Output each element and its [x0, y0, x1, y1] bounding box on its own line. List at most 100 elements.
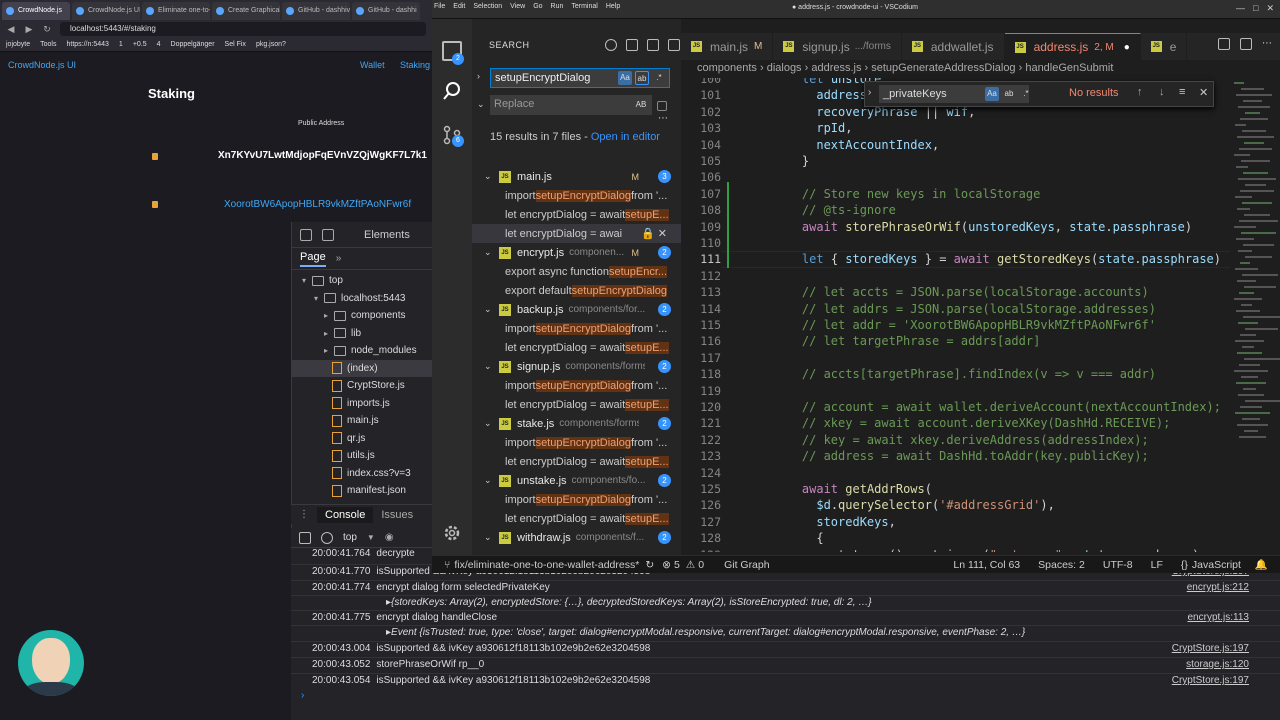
bookmark-item[interactable]: Tools [40, 41, 56, 48]
close-icon[interactable]: ✕ [1266, 3, 1274, 14]
tree-item[interactable]: ▾ top [292, 272, 433, 290]
tree-item[interactable]: ▸ components [292, 307, 433, 325]
git-branch[interactable]: fix/eliminate-one-to-one-wallet-address* [454, 559, 639, 571]
menu-item[interactable]: Terminal [571, 3, 597, 10]
log-object[interactable]: ▸Event {isTrusted: true, type: 'close', … [386, 627, 1025, 638]
nav-staking-link[interactable]: Staking [400, 60, 430, 70]
bookmark-item[interactable]: pkg.json? [256, 41, 286, 48]
forward-icon[interactable]: ▶ [24, 24, 34, 35]
bookmark-item[interactable]: Sel Fix [225, 41, 246, 48]
code-editor[interactable]: 100 let unstore101 address,102 recoveryP… [681, 78, 1280, 552]
code-line[interactable]: nextAccountIndex, [773, 138, 939, 152]
arrow-up-icon[interactable]: ↑ [1137, 86, 1143, 98]
back-icon[interactable]: ◀ [6, 24, 16, 35]
replace-input[interactable]: Replace [490, 95, 652, 115]
compare-icon[interactable] [1218, 38, 1230, 50]
address-row-2-link[interactable]: XoorotBW6ApopHBLR9vkMZftPAoNFwr6f [224, 199, 424, 210]
cursor-position[interactable]: Ln 111, Col 63 [953, 559, 1020, 571]
code-line[interactable]: let { storedKeys } = await getStoredKeys… [773, 252, 1221, 266]
code-line[interactable]: storedKeys, [773, 515, 895, 529]
regex-icon[interactable]: .* [652, 71, 666, 85]
menu-item[interactable]: View [510, 3, 525, 10]
arrow-down-icon[interactable]: ↓ [1159, 86, 1165, 98]
log-source-link[interactable]: encrypt.js:212 [1187, 582, 1249, 593]
reload-icon[interactable]: ↻ [42, 24, 52, 35]
whole-word-icon[interactable]: ab [635, 71, 649, 85]
tree-item[interactable]: ▸ lib [292, 325, 433, 343]
console-prompt[interactable]: › [301, 690, 304, 701]
search-file-row[interactable]: ⌄ JS withdraw.js components/f... 2 [472, 528, 681, 547]
site-logo-link[interactable]: CrowdNode.js UI [8, 60, 76, 70]
search-file-row[interactable]: ⌄ JS stake.js components/forms 2 [472, 414, 681, 433]
chevron-down-icon[interactable]: ⌄ [477, 99, 485, 110]
search-match-row[interactable]: let encryptDialog = await setupE... [472, 338, 681, 357]
device-toggle-icon[interactable] [322, 228, 334, 241]
code-line[interactable]: // let addrs = JSON.parse(localStorage.a… [773, 302, 1156, 316]
encoding[interactable]: UTF-8 [1103, 559, 1133, 571]
code-line[interactable]: // Store new keys in localStorage [773, 187, 1040, 201]
editor-tab[interactable]: JS signup.js .../forms [773, 33, 902, 60]
chevron-down-icon[interactable]: ⌄ [484, 361, 496, 372]
inspect-icon[interactable] [300, 228, 312, 241]
tab-issues[interactable]: Issues [381, 509, 413, 521]
code-line[interactable]: } [773, 154, 809, 168]
code-line[interactable]: { [773, 531, 823, 545]
code-line[interactable]: // xkey = await account.deriveXKey(DashH… [773, 416, 1170, 430]
indentation[interactable]: Spaces: 2 [1038, 559, 1085, 571]
preserve-case-icon[interactable]: AB [634, 98, 648, 112]
tree-item[interactable]: main.js [292, 412, 433, 430]
bookmark-item[interactable]: jojobyte [6, 41, 30, 48]
dismiss-icon[interactable]: 🔒 ✕ [637, 227, 667, 240]
editor-tab[interactable]: JS address.js 2, M ● [1004, 33, 1141, 60]
code-line[interactable]: // @ts-ignore [773, 203, 896, 217]
code-line[interactable]: // let accts = JSON.parse(localStorage.a… [773, 285, 1149, 299]
sync-icon[interactable]: ↻ [645, 559, 654, 571]
tree-item[interactable]: CryptStore.js [292, 377, 433, 395]
chevron-down-icon[interactable]: ⌄ [484, 475, 496, 486]
bookmark-item[interactable]: 1 [119, 41, 123, 48]
tree-item[interactable]: (index) [292, 359, 433, 377]
editor-tab[interactable]: JS addwallet.js [902, 33, 1005, 60]
code-line[interactable]: // let addr = 'XoorotBW6ApopHBLR9vkMZftP… [773, 318, 1156, 332]
settings-gear-icon[interactable] [442, 523, 462, 543]
code-line[interactable]: await storePhraseOrWif(unstoredKeys, sta… [773, 220, 1192, 234]
tree-item[interactable]: index.css?v=3 [292, 465, 433, 483]
code-line[interactable]: // accts[targetPhrase].findIndex(v => v … [773, 367, 1156, 381]
chevron-down-icon[interactable]: ⌄ [484, 418, 496, 429]
menu-item[interactable]: Go [533, 3, 542, 10]
bookmark-item[interactable]: https://n:5443 [66, 41, 108, 48]
more-tabs-icon[interactable]: » [336, 253, 342, 264]
browser-tab[interactable]: GitHub - dashhiv [282, 2, 350, 20]
search-match-row[interactable]: import setupEncryptDialog from '... [472, 186, 681, 205]
maximize-icon[interactable]: □ [1253, 3, 1258, 14]
search-match-row[interactable]: import setupEncryptDialog from '... [472, 376, 681, 395]
chevron-down-icon[interactable]: ⌄ [484, 304, 496, 315]
code-line[interactable]: address, [773, 88, 874, 102]
search-match-row[interactable]: let encryptDialog = await setupE... [472, 205, 681, 224]
close-icon[interactable]: ✕ [1199, 86, 1208, 99]
search-file-row[interactable]: ⌄ JS signup.js components/forms 2 [472, 357, 681, 376]
log-source-link[interactable]: CryptStore.js:197 [1172, 643, 1249, 654]
minimize-icon[interactable]: — [1236, 3, 1245, 14]
log-source-link[interactable]: storage.js:120 [1186, 659, 1249, 670]
bookmark-item[interactable]: 4 [157, 41, 161, 48]
chevron-icon[interactable]: ▾ [302, 276, 312, 285]
clear-console-icon[interactable] [321, 531, 333, 544]
tab-elements[interactable]: Elements [364, 229, 410, 241]
menu-item[interactable]: Edit [453, 3, 465, 10]
chevron-down-icon[interactable]: ⌄ [484, 247, 496, 258]
menu-item[interactable]: Help [606, 3, 620, 10]
search-match-row[interactable]: let encryptDialog = await setupE... [472, 452, 681, 471]
editor-tab[interactable]: JS main.js M [681, 33, 774, 60]
chevron-icon[interactable]: ▾ [314, 294, 324, 303]
browser-tab[interactable]: CrowdNode.js [2, 2, 70, 20]
address-row-1[interactable]: Xn7KYvU7LwtMdjopFqEVnVZQjWgKF7L7k1 [218, 150, 427, 161]
line-ending[interactable]: LF [1151, 559, 1163, 571]
chevron-down-icon[interactable]: ⌄ [484, 532, 496, 543]
chevron-icon[interactable]: ▸ [324, 346, 334, 355]
tree-item[interactable]: manifest.json [292, 482, 433, 500]
menu-item[interactable]: Run [551, 3, 564, 10]
editor-tab[interactable]: JS e [1141, 33, 1188, 60]
url-bar[interactable]: localhost:5443/#/staking [60, 22, 426, 36]
search-icon[interactable] [442, 81, 462, 101]
